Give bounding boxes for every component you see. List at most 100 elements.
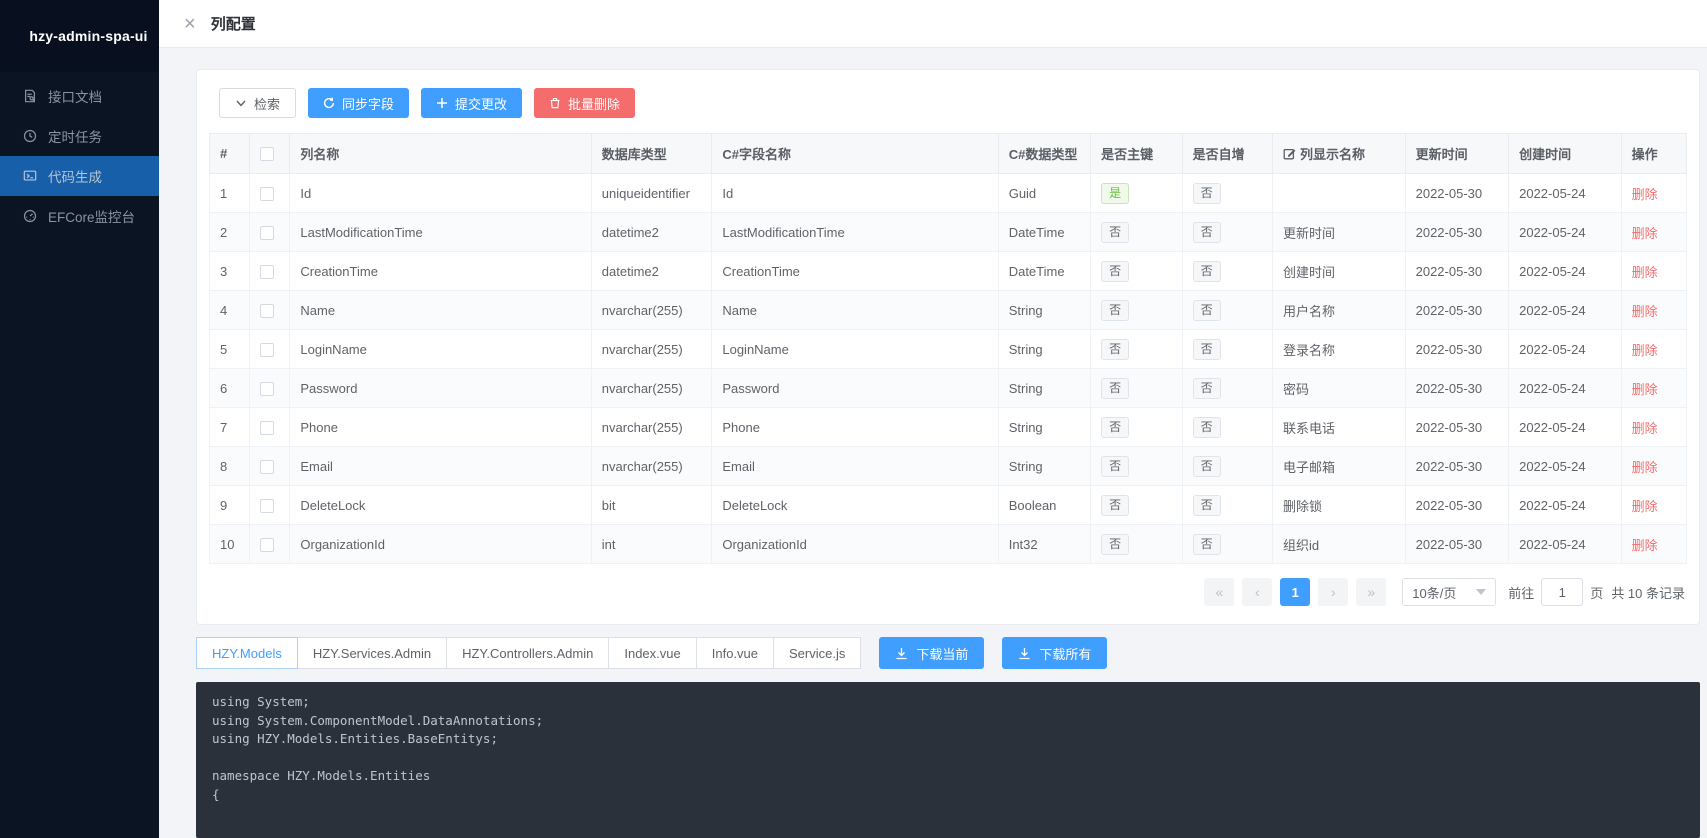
code-line: using System.ComponentModel.DataAnnotati… — [212, 712, 1684, 731]
display-name-cell[interactable]: 删除锁 — [1272, 486, 1405, 525]
row-index: 3 — [210, 252, 250, 291]
delete-link[interactable]: 删除 — [1632, 187, 1658, 202]
sidebar-item-efcore-monitor[interactable]: EFCore监控台 — [0, 196, 159, 236]
tab-hzy-models[interactable]: HZY.Models — [196, 637, 298, 669]
next-page-button[interactable]: › — [1318, 578, 1348, 606]
actions-cell: 删除 — [1621, 408, 1686, 447]
download-all-label: 下载所有 — [1039, 644, 1091, 663]
updated-cell: 2022-05-30 — [1405, 447, 1508, 486]
display-name-cell[interactable]: 密码 — [1272, 369, 1405, 408]
tab-service-js[interactable]: Service.js — [773, 637, 861, 669]
row-checkbox[interactable] — [260, 538, 274, 552]
row-checkbox[interactable] — [260, 304, 274, 318]
row-checkbox[interactable] — [260, 421, 274, 435]
trash-icon — [549, 97, 561, 109]
row-checkbox[interactable] — [260, 343, 274, 357]
inc-tag: 否 — [1193, 183, 1221, 204]
delete-link[interactable]: 删除 — [1632, 538, 1658, 553]
is-inc-cell: 否 — [1182, 291, 1272, 330]
delete-link[interactable]: 删除 — [1632, 343, 1658, 358]
batch-delete-button[interactable]: 批量删除 — [534, 88, 635, 118]
table-row: 7Phonenvarchar(255)PhoneString否否联系电话2022… — [210, 408, 1687, 447]
display-name-cell[interactable]: 创建时间 — [1272, 252, 1405, 291]
delete-link[interactable]: 删除 — [1632, 421, 1658, 436]
table-header-row: # 列名称 数据库类型 C#字段名称 C#数据类型 是否主键 是否自增 列显示名… — [210, 134, 1687, 174]
display-name-cell[interactable]: 更新时间 — [1272, 213, 1405, 252]
column-name-cell: Email — [290, 447, 591, 486]
page-number-button[interactable]: 1 — [1280, 578, 1310, 606]
sidebar-item-api-docs[interactable]: 接口文档 — [0, 76, 159, 116]
is-pk-cell: 是 — [1091, 174, 1182, 213]
created-cell: 2022-05-24 — [1509, 486, 1622, 525]
is-pk-cell: 否 — [1091, 291, 1182, 330]
search-button[interactable]: 检索 — [219, 88, 296, 118]
code-preview[interactable]: using System;using System.ComponentModel… — [196, 682, 1700, 838]
row-checkbox-cell — [250, 408, 290, 447]
actions-cell: 删除 — [1621, 174, 1686, 213]
is-pk-cell: 否 — [1091, 213, 1182, 252]
search-button-label: 检索 — [254, 94, 280, 113]
table-row: 9DeleteLockbitDeleteLockBoolean否否删除锁2022… — [210, 486, 1687, 525]
close-icon[interactable]: × — [184, 14, 196, 34]
pagination: « ‹ 1 › » 10条/页 前往 页 共 10 条记录 — [209, 578, 1687, 606]
row-checkbox[interactable] — [260, 226, 274, 240]
db-type-cell: nvarchar(255) — [591, 330, 712, 369]
is-inc-cell: 否 — [1182, 174, 1272, 213]
tab-index-vue[interactable]: Index.vue — [608, 637, 696, 669]
display-name-cell[interactable]: 组织id — [1272, 525, 1405, 564]
display-name-cell[interactable]: 登录名称 — [1272, 330, 1405, 369]
tab-info-vue[interactable]: Info.vue — [696, 637, 774, 669]
db-type-cell: datetime2 — [591, 213, 712, 252]
page-header: × 列配置 — [159, 0, 1707, 48]
row-checkbox[interactable] — [260, 382, 274, 396]
col-created: 创建时间 — [1509, 134, 1622, 174]
delete-link[interactable]: 删除 — [1632, 460, 1658, 475]
actions-cell: 删除 — [1621, 369, 1686, 408]
column-name-cell: CreationTime — [290, 252, 591, 291]
delete-link[interactable]: 删除 — [1632, 382, 1658, 397]
main-area: × 列配置 检索 同步字段 提交更改 批量 — [159, 0, 1707, 838]
delete-link[interactable]: 删除 — [1632, 265, 1658, 280]
cs-type-cell: DateTime — [998, 252, 1090, 291]
actions-cell: 删除 — [1621, 213, 1686, 252]
actions-cell: 删除 — [1621, 525, 1686, 564]
delete-link[interactable]: 删除 — [1632, 304, 1658, 319]
submit-changes-button[interactable]: 提交更改 — [421, 88, 522, 118]
row-checkbox[interactable] — [260, 499, 274, 513]
pk-tag: 否 — [1101, 261, 1129, 282]
goto-label: 前往 — [1508, 583, 1534, 602]
col-cs-field: C#字段名称 — [712, 134, 998, 174]
sync-fields-button[interactable]: 同步字段 — [308, 88, 409, 118]
code-tabs: HZY.ModelsHZY.Services.AdminHZY.Controll… — [196, 637, 861, 669]
row-index: 4 — [210, 291, 250, 330]
display-name-cell[interactable]: 电子邮箱 — [1272, 447, 1405, 486]
col-updated: 更新时间 — [1405, 134, 1508, 174]
goto-page-input[interactable] — [1541, 578, 1583, 606]
delete-link[interactable]: 删除 — [1632, 226, 1658, 241]
col-display-name-label: 列显示名称 — [1300, 144, 1365, 163]
row-checkbox[interactable] — [260, 460, 274, 474]
tab-hzy-services-admin[interactable]: HZY.Services.Admin — [297, 637, 447, 669]
inc-tag: 否 — [1193, 417, 1221, 438]
delete-link[interactable]: 删除 — [1632, 499, 1658, 514]
row-index: 9 — [210, 486, 250, 525]
display-name-cell[interactable] — [1272, 174, 1405, 213]
download-all-button[interactable]: 下载所有 — [1002, 637, 1107, 669]
row-checkbox[interactable] — [260, 187, 274, 201]
page-size-select[interactable]: 10条/页 — [1402, 578, 1496, 606]
row-checkbox-cell — [250, 174, 290, 213]
first-page-button[interactable]: « — [1204, 578, 1234, 606]
display-name-cell[interactable]: 用户名称 — [1272, 291, 1405, 330]
row-checkbox[interactable] — [260, 265, 274, 279]
display-name-cell[interactable]: 联系电话 — [1272, 408, 1405, 447]
tab-hzy-controllers-admin[interactable]: HZY.Controllers.Admin — [446, 637, 609, 669]
sidebar-item-code-generation[interactable]: 代码生成 — [0, 156, 159, 196]
last-page-button[interactable]: » — [1356, 578, 1386, 606]
inc-tag: 否 — [1193, 339, 1221, 360]
prev-page-button[interactable]: ‹ — [1242, 578, 1272, 606]
download-current-button[interactable]: 下载当前 — [879, 637, 984, 669]
sidebar-item-scheduled-tasks[interactable]: 定时任务 — [0, 116, 159, 156]
inc-tag: 否 — [1193, 222, 1221, 243]
select-all-checkbox[interactable] — [260, 147, 274, 161]
column-name-cell: DeleteLock — [290, 486, 591, 525]
